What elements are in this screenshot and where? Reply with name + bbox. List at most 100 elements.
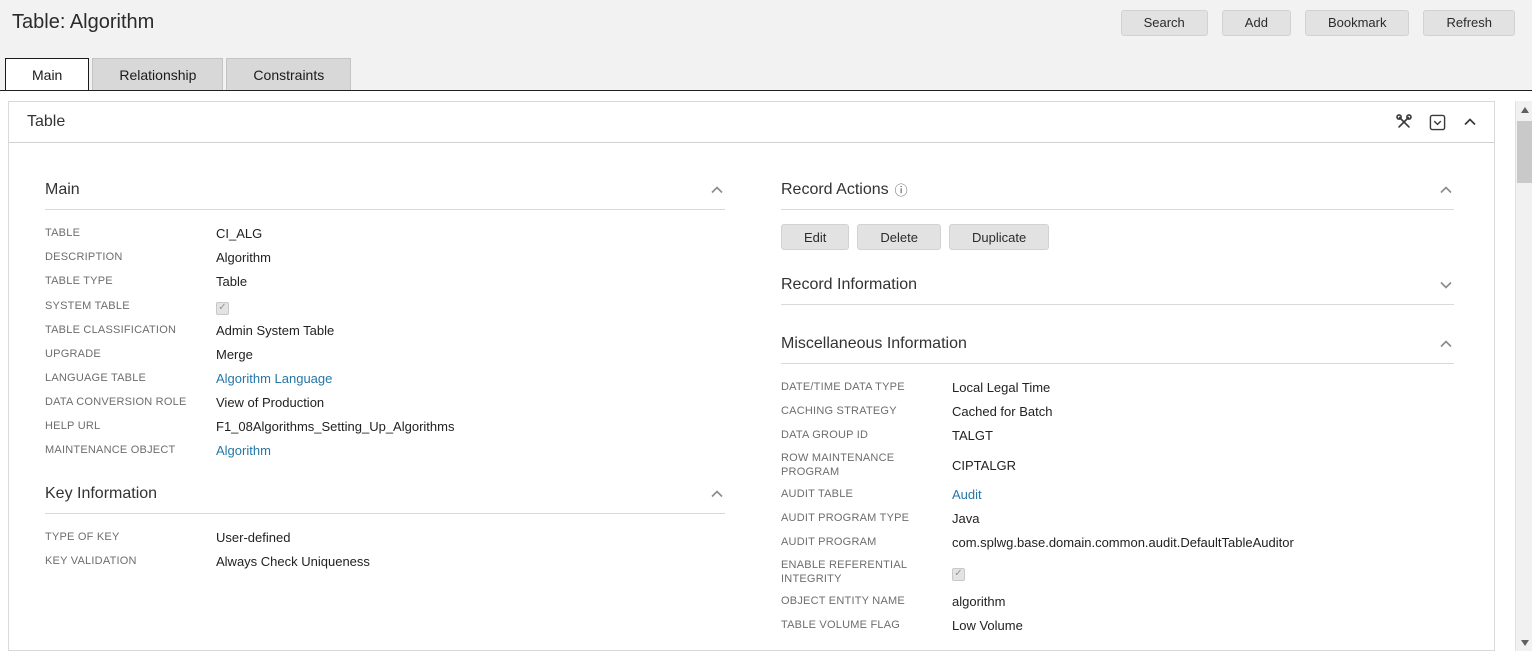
field-label: TYPE OF KEY	[45, 531, 216, 545]
top-bar: Table: Algorithm Search Add Bookmark Ref…	[0, 0, 1532, 91]
scrollbar-thumb[interactable]	[1517, 121, 1532, 183]
tab-main[interactable]: Main	[5, 58, 89, 90]
field-value: Always Check Uniqueness	[216, 554, 370, 570]
scroll-down-arrow[interactable]	[1516, 634, 1532, 651]
field-value: Low Volume	[952, 618, 1023, 634]
info-icon[interactable]: ⓘ	[895, 184, 908, 197]
content-area: Table Main	[0, 91, 1532, 651]
record-information-header: Record Information	[781, 276, 1454, 305]
field-value: User-defined	[216, 530, 290, 546]
tab-constraints[interactable]: Constraints	[226, 58, 351, 90]
field-label: DATE/TIME DATA TYPE	[781, 381, 952, 395]
field-row-table-classification: TABLE CLASSIFICATION Admin System Table	[45, 319, 725, 343]
field-label: CACHING STRATEGY	[781, 405, 952, 419]
tools-icon[interactable]	[1395, 113, 1413, 131]
misc-information-collapse-chevron-icon[interactable]	[1438, 336, 1454, 352]
search-button[interactable]: Search	[1121, 10, 1208, 36]
record-actions-collapse-chevron-icon[interactable]	[1438, 182, 1454, 198]
field-row-upgrade: UPGRADE Merge	[45, 343, 725, 367]
panel-icons	[1395, 113, 1478, 131]
record-actions-buttons: Edit Delete Duplicate	[781, 224, 1454, 250]
table-panel: Table Main	[8, 101, 1495, 651]
field-value: ✓	[216, 298, 229, 315]
misc-information-title: Miscellaneous Information	[781, 335, 967, 353]
page-title: Table: Algorithm	[12, 11, 154, 34]
field-label: KEY VALIDATION	[45, 555, 216, 569]
field-label: TABLE TYPE	[45, 275, 216, 289]
duplicate-button[interactable]: Duplicate	[949, 224, 1049, 250]
field-row-datetime-data-type: DATE/TIME DATA TYPE Local Legal Time	[781, 376, 1454, 400]
field-label: DATA CONVERSION ROLE	[45, 396, 216, 410]
field-value: com.splwg.base.domain.common.audit.Defau…	[952, 535, 1294, 551]
field-label: AUDIT TABLE	[781, 488, 952, 502]
maintenance-object-link[interactable]: Algorithm	[216, 443, 271, 459]
vertical-scrollbar[interactable]	[1515, 101, 1532, 651]
record-information-expand-chevron-icon[interactable]	[1438, 277, 1454, 293]
field-label: TABLE	[45, 227, 216, 241]
main-collapse-chevron-icon[interactable]	[709, 182, 725, 198]
field-label: DATA GROUP ID	[781, 429, 952, 443]
record-actions-header: Record Actions ⓘ	[781, 181, 1454, 210]
field-label: TABLE CLASSIFICATION	[45, 324, 216, 338]
key-information-collapse-chevron-icon[interactable]	[709, 486, 725, 502]
field-label: DESCRIPTION	[45, 251, 216, 265]
field-row-audit-program-type: AUDIT PROGRAM TYPE Java	[781, 507, 1454, 531]
field-value: F1_08Algorithms_Setting_Up_Algorithms	[216, 419, 454, 435]
system-table-checkbox: ✓	[216, 302, 229, 315]
field-row-key-validation: KEY VALIDATION Always Check Uniqueness	[45, 550, 725, 574]
field-row-caching-strategy: CACHING STRATEGY Cached for Batch	[781, 400, 1454, 424]
toolbar: Search Add Bookmark Refresh	[1121, 10, 1520, 36]
field-value: Java	[952, 511, 979, 527]
field-row-table: TABLE CI_ALG	[45, 222, 725, 246]
field-row-type-of-key: TYPE OF KEY User-defined	[45, 526, 725, 550]
field-row-audit-table: AUDIT TABLE Audit	[781, 483, 1454, 507]
field-row-table-type: TABLE TYPE Table	[45, 270, 725, 294]
field-value: algorithm	[952, 594, 1005, 610]
field-row-help-url: HELP URL F1_08Algorithms_Setting_Up_Algo…	[45, 415, 725, 439]
check-icon: ✓	[954, 569, 962, 579]
field-row-table-volume-flag: TABLE VOLUME FLAG Low Volume	[781, 614, 1454, 638]
enable-referential-integrity-checkbox: ✓	[952, 568, 965, 581]
field-label: MAINTENANCE OBJECT	[45, 444, 216, 458]
main-section-fields: TABLE CI_ALG DESCRIPTION Algorithm TABLE…	[45, 222, 725, 463]
key-information-header: Key Information	[45, 485, 725, 514]
scroll-up-arrow[interactable]	[1516, 101, 1532, 118]
delete-button[interactable]: Delete	[857, 224, 941, 250]
record-information-title: Record Information	[781, 276, 917, 294]
table-panel-header: Table	[9, 102, 1494, 143]
field-row-data-group-id: DATA GROUP ID TALGT	[781, 424, 1454, 448]
field-value: Admin System Table	[216, 323, 334, 339]
field-value: Table	[216, 274, 247, 290]
record-actions-title-wrap: Record Actions ⓘ	[781, 181, 908, 199]
field-value: Algorithm	[216, 250, 271, 266]
menu-box-chevron-icon[interactable]	[1429, 114, 1446, 131]
record-actions-title: Record Actions	[781, 181, 889, 199]
field-value: Cached for Batch	[952, 404, 1052, 420]
field-value: ✓	[952, 564, 965, 581]
misc-information-fields: DATE/TIME DATA TYPE Local Legal Time CAC…	[781, 376, 1454, 638]
language-table-link[interactable]: Algorithm Language	[216, 371, 332, 387]
triangle-up-icon	[1521, 107, 1529, 113]
field-label: ENABLE REFERENTIAL INTEGRITY	[781, 559, 952, 586]
field-row-language-table: LANGUAGE TABLE Algorithm Language	[45, 367, 725, 391]
field-label: SYSTEM TABLE	[45, 300, 216, 314]
table-panel-body: Main TABLE CI_ALG DESCRIPTION Algorithm	[9, 143, 1494, 638]
field-label: ROW MAINTENANCE PROGRAM	[781, 452, 952, 479]
key-information-title: Key Information	[45, 485, 157, 503]
edit-button[interactable]: Edit	[781, 224, 849, 250]
panel-collapse-chevron-icon[interactable]	[1462, 114, 1478, 130]
app-window: Table: Algorithm Search Add Bookmark Ref…	[0, 0, 1532, 651]
tab-relationship[interactable]: Relationship	[92, 58, 223, 90]
bookmark-button[interactable]: Bookmark	[1305, 10, 1410, 36]
audit-table-link[interactable]: Audit	[952, 487, 982, 503]
add-button[interactable]: Add	[1222, 10, 1291, 36]
tab-bar: Main Relationship Constraints	[0, 45, 1532, 90]
field-label: AUDIT PROGRAM	[781, 536, 952, 550]
field-value: CI_ALG	[216, 226, 262, 242]
field-row-system-table: SYSTEM TABLE ✓	[45, 294, 725, 319]
field-row-object-entity-name: OBJECT ENTITY NAME algorithm	[781, 590, 1454, 614]
right-column: Record Actions ⓘ Edit Delete Duplicate	[781, 181, 1454, 638]
refresh-button[interactable]: Refresh	[1423, 10, 1515, 36]
field-row-maintenance-object: MAINTENANCE OBJECT Algorithm	[45, 439, 725, 463]
field-value: CIPTALGR	[952, 458, 1016, 474]
